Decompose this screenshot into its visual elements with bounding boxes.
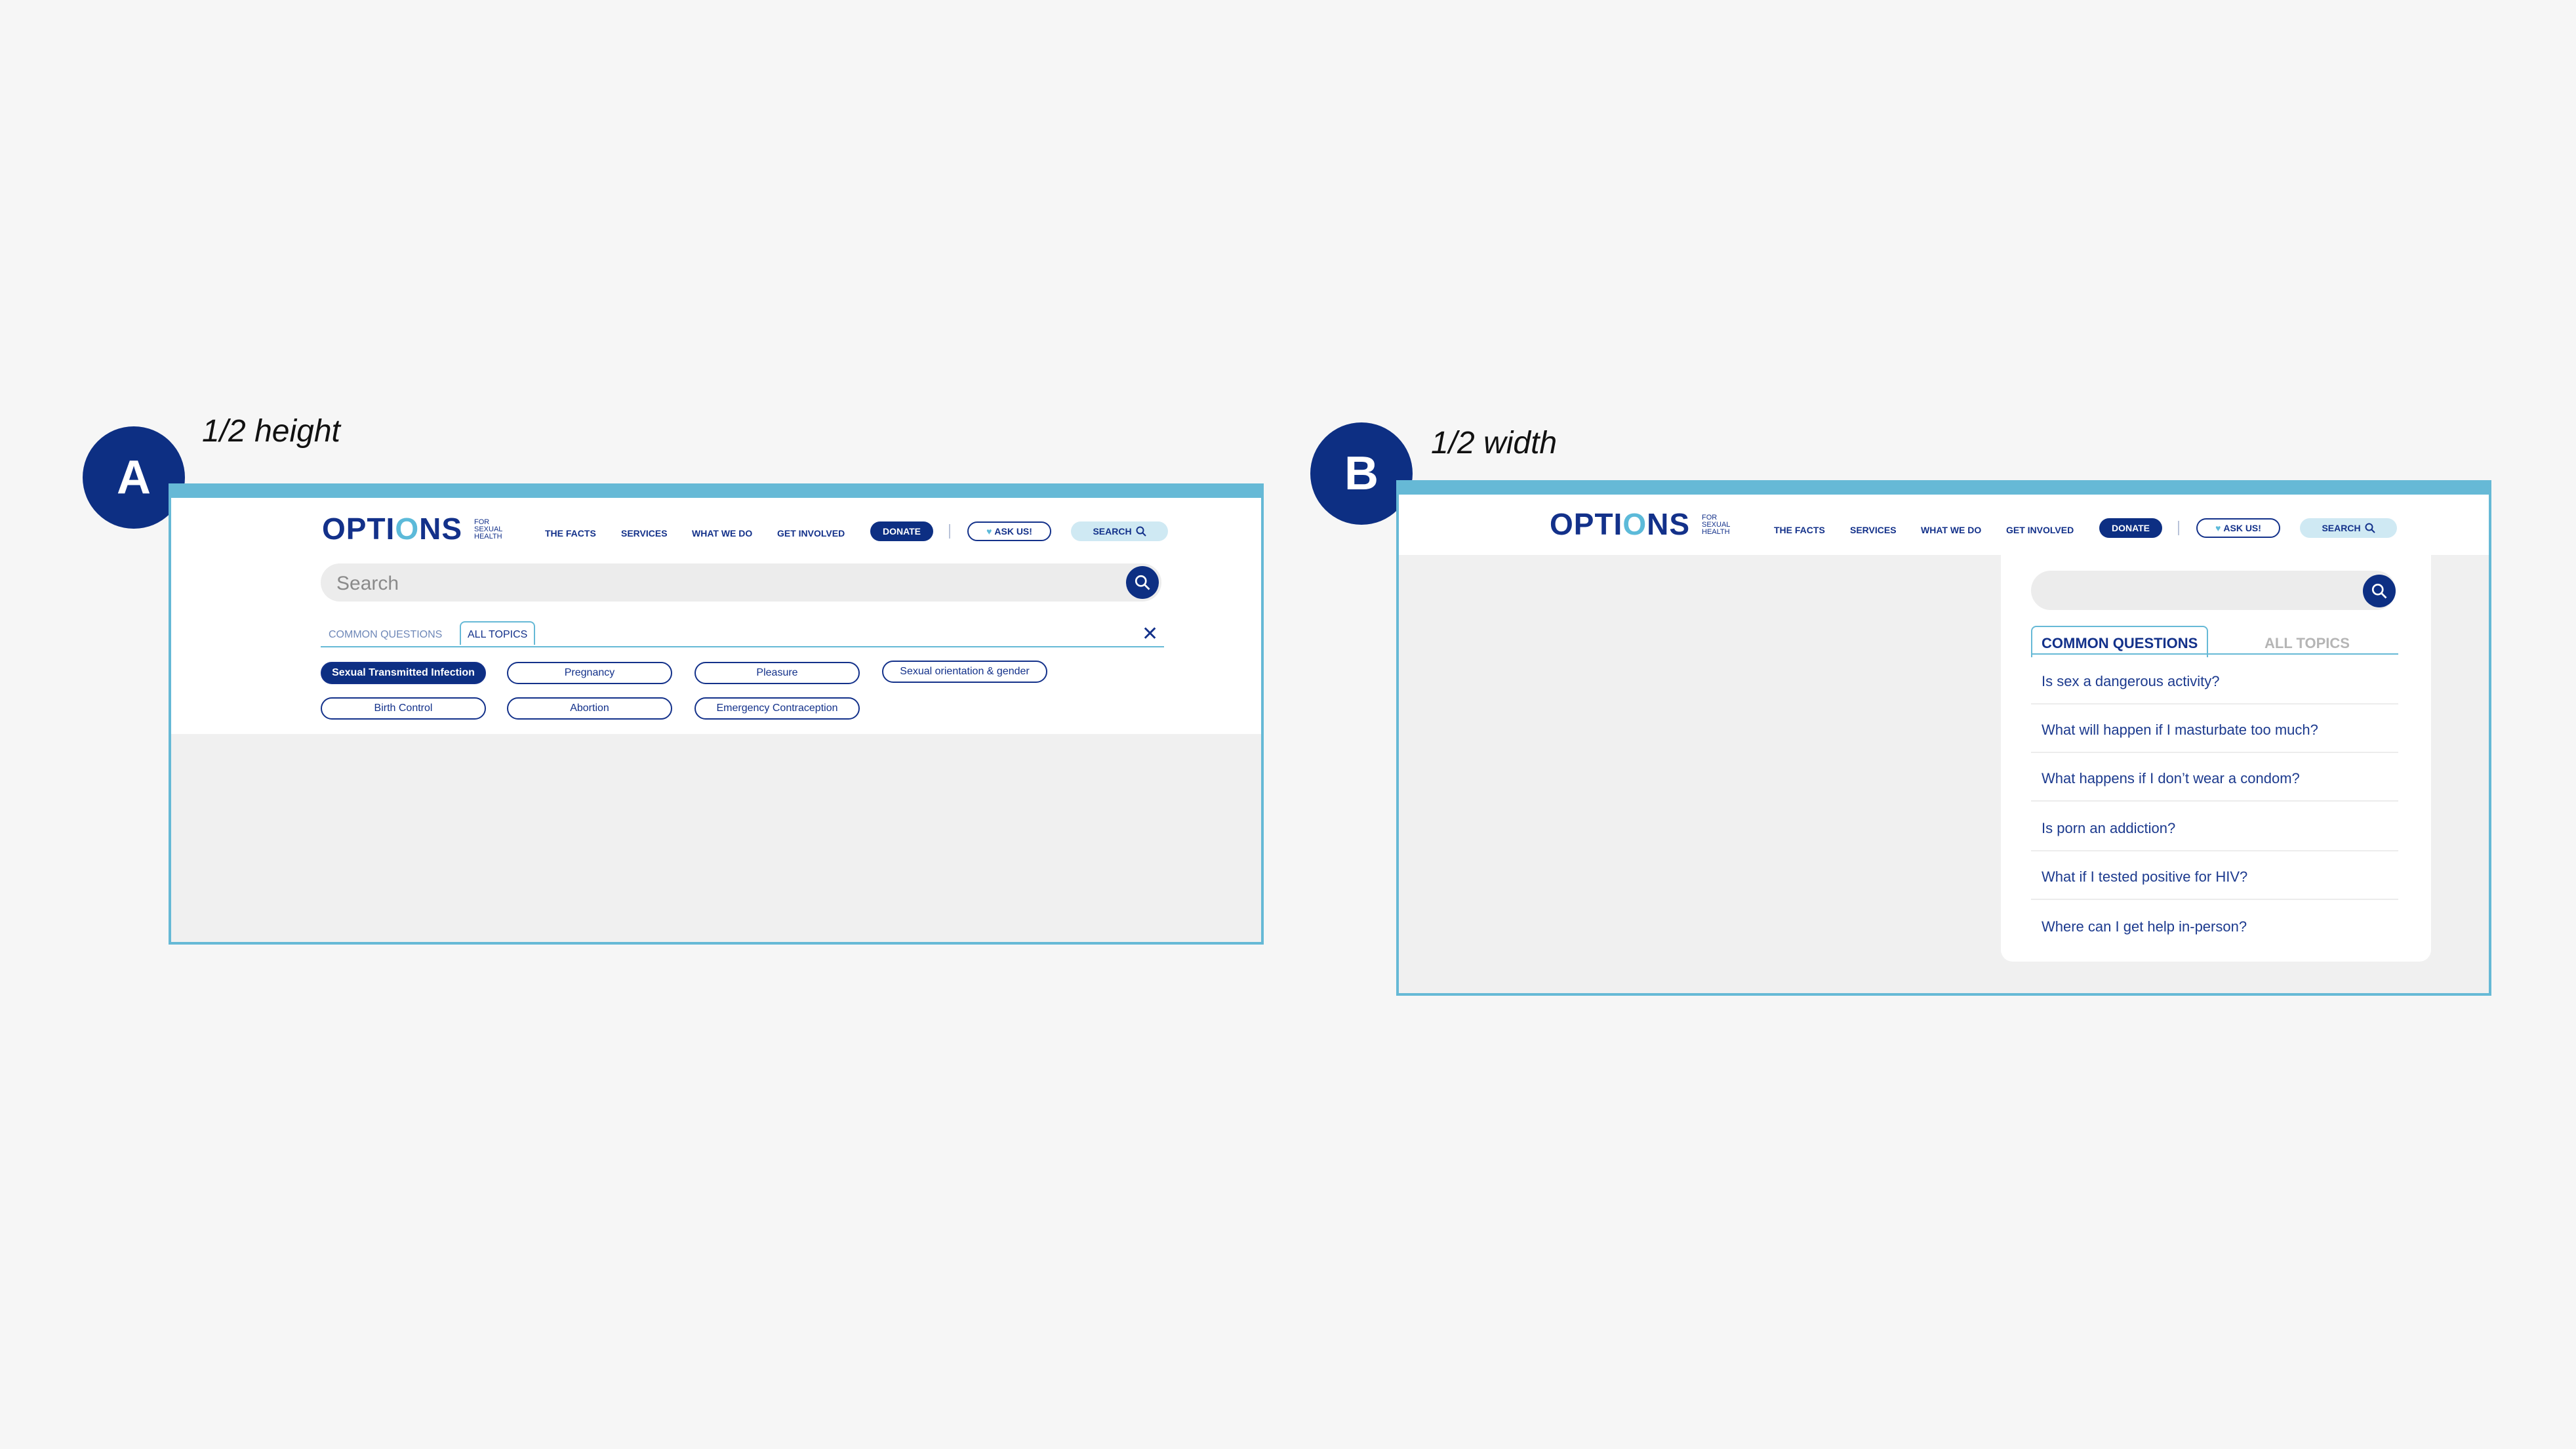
donate-button[interactable]: DONATE	[870, 521, 933, 541]
nav-services[interactable]: SERVICES	[621, 528, 668, 539]
ask-us-label: ASK US!	[2223, 523, 2261, 533]
nav-get-involved[interactable]: GET INVOLVED	[2006, 525, 2074, 535]
logo-text: OPTIONS	[1550, 507, 1691, 541]
logo-subtitle: FOR SEXUAL HEALTH	[1702, 514, 1731, 536]
search-toggle-button[interactable]: SEARCH	[2300, 518, 2397, 538]
search-icon	[1136, 526, 1146, 537]
search-toggle-button[interactable]: SEARCH	[1071, 521, 1168, 541]
close-icon[interactable]: ✕	[1142, 622, 1158, 645]
tab-common-questions[interactable]: COMMON QUESTIONS	[329, 629, 442, 641]
ask-us-button[interactable]: ♥ ASK US!	[2196, 518, 2280, 538]
tabs-underline	[321, 646, 1164, 647]
tab-all-topics[interactable]: ALL TOPICS	[2264, 635, 2350, 652]
nav-get-involved[interactable]: GET INVOLVED	[777, 528, 845, 539]
divider	[2031, 850, 2398, 851]
panel-b-caption: 1/2 width	[1431, 426, 1558, 460]
question-list: Is sex a dangerous activity? What will h…	[2031, 664, 2398, 959]
divider	[2031, 899, 2398, 900]
topic-chip[interactable]: Abortion	[507, 697, 672, 720]
panel-a-header: OPTIONS FOR SEXUAL HEALTH THE FACTS SERVIC…	[171, 498, 1261, 734]
nav-services[interactable]: SERVICES	[1850, 525, 1897, 535]
nav-the-facts[interactable]: THE FACTS	[545, 528, 596, 539]
search-icon	[1135, 575, 1150, 590]
divider	[2031, 703, 2398, 704]
list-item[interactable]: Is sex a dangerous activity?	[2031, 673, 2398, 690]
topic-chip[interactable]: Emergency Contraception	[694, 697, 860, 720]
divider	[2031, 800, 2398, 802]
nav-separator	[949, 524, 950, 539]
search-icon	[2371, 583, 2387, 599]
logo[interactable]: OPTIONS	[322, 511, 462, 546]
list-item[interactable]: Is porn an addiction?	[2031, 820, 2398, 837]
list-item[interactable]: Where can I get help in-person?	[2031, 918, 2398, 935]
topic-chip[interactable]: Pleasure	[694, 662, 860, 684]
search-input[interactable]: Search	[321, 563, 1161, 602]
list-item[interactable]: What happens if I don’t wear a condom?	[2031, 770, 2398, 787]
search-input[interactable]	[2031, 571, 2396, 610]
tab-all-topics[interactable]: ALL TOPICS	[460, 621, 536, 645]
topic-chip[interactable]: Birth Control	[321, 697, 486, 720]
panel-a-frame: OPTIONS FOR SEXUAL HEALTH THE FACTS SERVIC…	[169, 483, 1264, 945]
logo-text: OPTIONS	[322, 512, 463, 546]
topic-chip[interactable]: Pregnancy	[507, 662, 672, 684]
panel-a-caption: 1/2 height	[202, 414, 340, 449]
nav-what-we-do[interactable]: WHAT WE DO	[1921, 525, 1981, 535]
donate-button[interactable]: DONATE	[2099, 518, 2162, 538]
nav-what-we-do[interactable]: WHAT WE DO	[692, 528, 752, 539]
heart-icon: ♥	[986, 526, 992, 537]
list-item[interactable]: What if I tested positive for HIV?	[2031, 868, 2398, 886]
ask-us-button[interactable]: ♥ ASK US!	[967, 521, 1051, 541]
logo[interactable]: OPTIONS	[1550, 506, 1690, 542]
search-placeholder: Search	[336, 573, 399, 594]
ask-us-label: ASK US!	[994, 526, 1032, 537]
panel-b-header: OPTIONS FOR SEXUAL HEALTH THE FACTS SERVIC…	[1399, 495, 2489, 555]
tab-common-questions[interactable]: COMMON QUESTIONS	[2031, 626, 2209, 657]
logo-subtitle: FOR SEXUAL HEALTH	[474, 518, 503, 541]
search-icon	[2365, 523, 2375, 533]
divider	[2031, 752, 2398, 753]
panel-b-frame: OPTIONS FOR SEXUAL HEALTH THE FACTS SERVIC…	[1396, 480, 2491, 996]
topic-chip[interactable]: Sexual Transmitted Infection	[321, 662, 486, 684]
nav-separator	[2178, 521, 2179, 535]
nav-the-facts[interactable]: THE FACTS	[1774, 525, 1825, 535]
topic-chip[interactable]: Sexual orientation & gender	[882, 661, 1047, 683]
search-submit-button[interactable]	[2363, 575, 2396, 607]
search-submit-button[interactable]	[1126, 566, 1159, 599]
search-toggle-label: SEARCH	[1093, 526, 1132, 537]
heart-icon: ♥	[2215, 523, 2221, 533]
search-toggle-label: SEARCH	[2322, 523, 2361, 533]
search-panel: COMMON QUESTIONS ALL TOPICS Is sex a dan…	[2001, 555, 2431, 962]
tabs-underline	[2031, 653, 2398, 655]
list-item[interactable]: What will happen if I masturbate too muc…	[2031, 722, 2398, 739]
